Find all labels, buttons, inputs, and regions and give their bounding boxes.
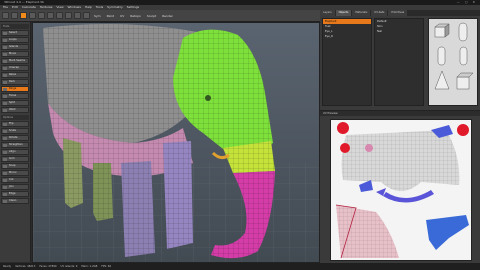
material-list[interactable]: Default Skin Nail (374, 18, 424, 106)
tool-item[interactable]: Join (1, 184, 29, 190)
toolbar-label-paint[interactable]: Paint (105, 14, 116, 18)
tool-item[interactable]: Move (1, 51, 29, 57)
status-bar: Ready Vertices: 48213 Faces: 47890 UV islan… (0, 263, 480, 270)
tab-layers[interactable]: Layers (320, 10, 335, 16)
toolbar-icon-button[interactable] (11, 12, 18, 19)
tool-item[interactable]: Scale (1, 128, 29, 134)
toolbar-icon-button[interactable] (74, 12, 81, 19)
tool-item[interactable]: Rings (1, 86, 29, 92)
cone-icon (434, 70, 450, 90)
tab-materials[interactable]: Materials (352, 10, 371, 16)
toolbar-icon-button[interactable] (29, 12, 36, 19)
uv-preview-panel: UV Preview (320, 110, 480, 263)
tool-item[interactable]: Split (1, 100, 29, 106)
toolbar-label-retopo[interactable]: Retopo (128, 14, 143, 18)
objects-panel: Layers Objects Materials UV-Sets Primitives … (320, 10, 480, 110)
tools-panel: Tools Select Loops Islands Move Mark Seams Un… (0, 22, 31, 262)
panel-tabs: Layers Objects Materials UV-Sets Primitives (320, 10, 480, 16)
app-title: 3DCoat 4.9 — Elephant.3b (4, 0, 44, 4)
cube-icon (434, 23, 450, 38)
object-row[interactable]: Eye_R (323, 34, 371, 39)
tool-item[interactable]: Flip (1, 121, 29, 127)
toolbar-icon-button[interactable] (83, 12, 90, 19)
toolbar-label-uv[interactable]: UV (118, 14, 126, 18)
material-row[interactable]: Nail (375, 29, 423, 34)
status-item: Vertices: 48213 (15, 265, 36, 268)
elephant-render (33, 24, 319, 262)
tool-item[interactable]: Rotate (1, 135, 29, 141)
tool-item[interactable]: Align (1, 149, 29, 155)
toolbar: Sym Paint UV Retopo Sculpt Render (0, 10, 320, 22)
capsule-icon (458, 22, 468, 42)
tool-item[interactable]: Straighten (1, 142, 29, 148)
uv-panel-title: UV Preview (320, 111, 480, 116)
tool-item[interactable]: Mark Seams (1, 58, 29, 64)
uv-canvas[interactable] (330, 119, 472, 261)
viewport-3d[interactable] (32, 22, 320, 263)
toolbar-icon-button[interactable] (38, 12, 45, 19)
tool-item[interactable]: Grid (1, 156, 29, 162)
tool-item[interactable]: Clean (1, 198, 29, 204)
tab-uv-sets[interactable]: UV-Sets (371, 10, 388, 16)
toolbar-icon-button[interactable] (56, 12, 63, 19)
tool-item[interactable]: Loops (1, 37, 29, 43)
toolbar-icon-button[interactable] (65, 12, 72, 19)
tool-item[interactable]: Unwrap (1, 65, 29, 71)
status-item: Faces: 47890 (39, 265, 57, 268)
status-item: FPS: 60 (101, 265, 112, 268)
toolbar-label-sym[interactable]: Sym (92, 14, 103, 18)
tool-item[interactable]: Edge (1, 191, 29, 197)
tool-item[interactable]: Select (1, 30, 29, 36)
status-item: UV islands: 9 (60, 265, 78, 268)
toolbar-icon-button[interactable] (20, 12, 27, 19)
capsule2-icon (459, 46, 468, 66)
object-list[interactable]: Elephant Tusk Eye_L Eye_R (322, 18, 372, 106)
cylinder-icon (437, 46, 446, 66)
status-item: Ready (3, 265, 12, 268)
tab-objects[interactable]: Objects (335, 10, 352, 16)
tool-item[interactable]: Weld (1, 107, 29, 113)
tool-item[interactable]: Relax (1, 72, 29, 78)
tool-item[interactable]: Mirror (1, 170, 29, 176)
tool-item[interactable]: Islands (1, 44, 29, 50)
primitives-icons (434, 22, 474, 90)
status-item: Mem: 1.2GB (81, 265, 98, 268)
tool-item[interactable]: Pack (1, 79, 29, 85)
options-header: Options (1, 115, 29, 120)
toolbar-icon-button[interactable] (2, 12, 9, 19)
tools-header: Tools (1, 24, 29, 29)
uv-islands (335, 122, 469, 259)
tool-item[interactable]: Faces (1, 93, 29, 99)
tool-item[interactable]: Snap (1, 163, 29, 169)
tool-item[interactable]: Cut (1, 177, 29, 183)
primitives-panel[interactable] (428, 18, 478, 106)
tab-primitives[interactable]: Primitives (388, 10, 408, 16)
toolbar-label-sculpt[interactable]: Sculpt (145, 14, 158, 18)
toolbar-icon-button[interactable] (47, 12, 54, 19)
box-icon (456, 72, 474, 90)
toolbar-label-render[interactable]: Render (160, 14, 175, 18)
